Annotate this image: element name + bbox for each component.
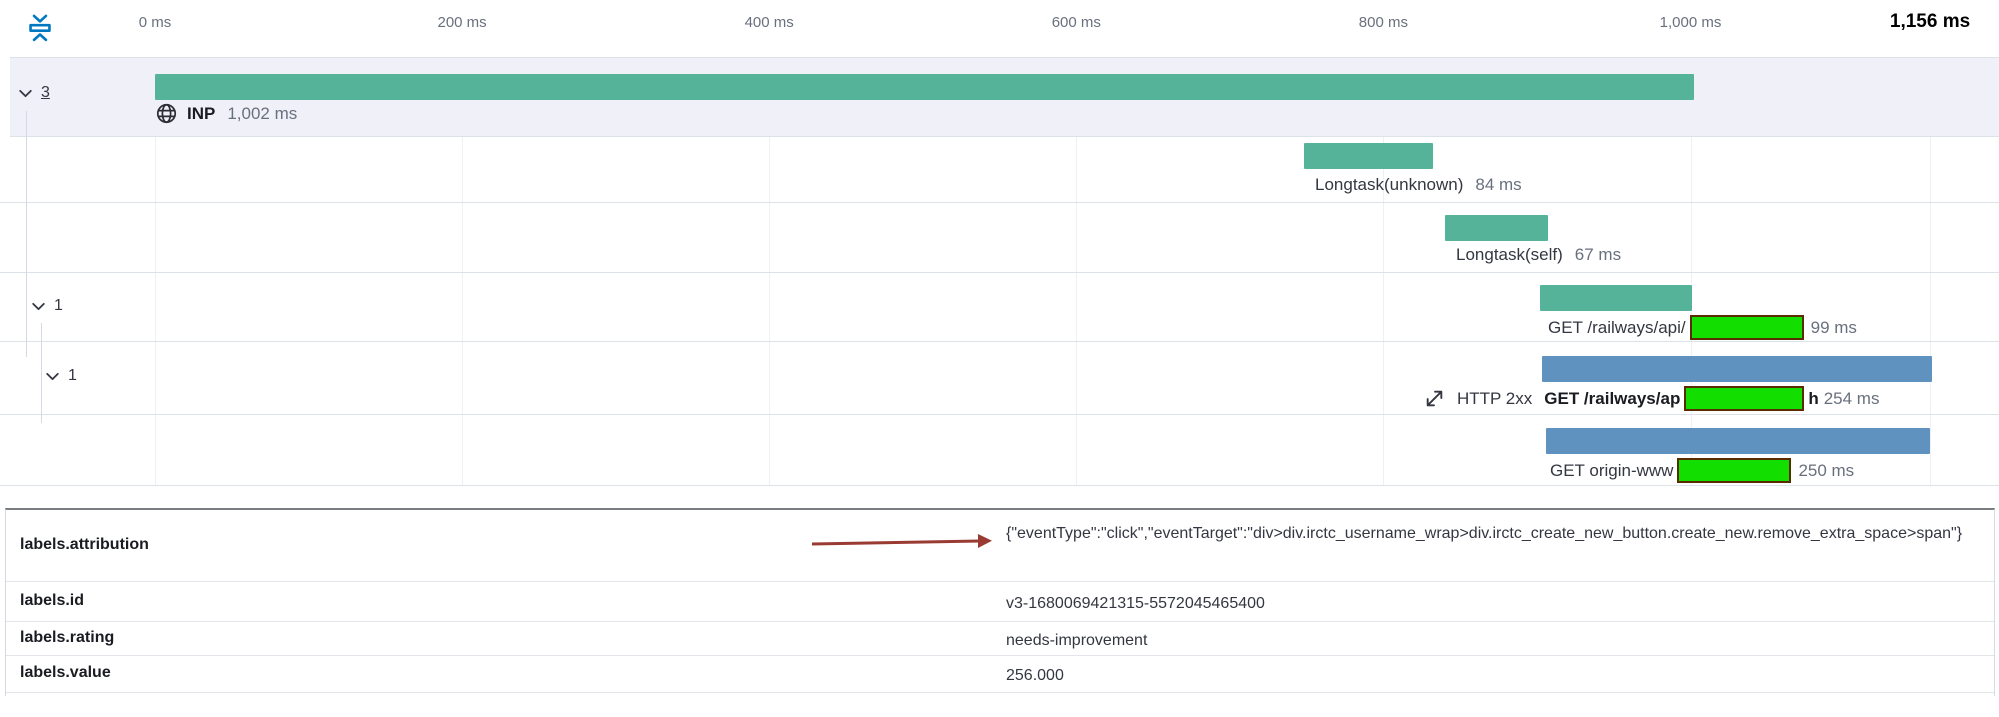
tree-connector: [41, 323, 42, 423]
metadata-value: needs-improvement: [1006, 629, 1981, 653]
http-status-label: HTTP 2xx: [1457, 389, 1532, 409]
span-label-get-origin[interactable]: GET origin-www 250 ms: [1550, 458, 1854, 483]
collapse-toggle-http-get[interactable]: 1: [44, 367, 77, 385]
apm-trace-waterfall-view: 0 ms 200 ms 400 ms 600 ms 800 ms 1,000 m…: [0, 0, 1999, 717]
metadata-table: labels.attribution {"eventType":"click",…: [5, 508, 1995, 696]
child-count: 1: [68, 367, 77, 385]
tree-connector: [26, 111, 27, 357]
span-name: Longtask(unknown): [1315, 175, 1463, 195]
timeline-ruler: 0 ms 200 ms 400 ms 600 ms 800 ms 1,000 m…: [0, 0, 1999, 57]
ruler-tick-600ms: 600 ms: [1052, 14, 1101, 31]
chevron-down-icon: [30, 298, 47, 315]
span-label-get-railways[interactable]: GET /railways/api/ 99 ms: [1548, 315, 1857, 340]
table-row-labels-id: labels.id v3-1680069421315-5572045465400: [6, 582, 1994, 622]
collapse-toggle-get-railways[interactable]: 1: [30, 297, 63, 315]
span-name: GET origin-www: [1550, 461, 1673, 481]
waterfall-row-longtask-self: [0, 203, 1999, 273]
metadata-value: 256.000: [1006, 664, 1981, 688]
ruler-tick-1000ms: 1,000 ms: [1660, 14, 1722, 31]
span-bar-http-get[interactable]: [1542, 356, 1932, 382]
span-duration: 254 ms: [1824, 389, 1880, 409]
ruler-tick-200ms: 200 ms: [437, 14, 486, 31]
metadata-value: v3-1680069421315-5572045465400: [1006, 592, 1981, 616]
span-bar-longtask-self[interactable]: [1445, 215, 1548, 241]
span-label-longtask-unknown[interactable]: Longtask(unknown) 84 ms: [1315, 175, 1522, 195]
collapse-all-button[interactable]: [26, 12, 56, 44]
span-bar-get-origin[interactable]: [1546, 428, 1930, 454]
span-duration: 67 ms: [1575, 245, 1621, 265]
span-duration: 84 ms: [1475, 175, 1521, 195]
ruler-tick-800ms: 800 ms: [1359, 14, 1408, 31]
fork-arrows-icon: [1424, 388, 1445, 409]
metadata-key: labels.id: [20, 592, 84, 610]
redaction-box: [1690, 315, 1804, 340]
table-row-labels-value: labels.value 256.000: [6, 656, 1994, 693]
ruler-total-duration: 1,156 ms: [1890, 11, 1970, 33]
span-label-inp[interactable]: INP 1,002 ms: [155, 102, 297, 125]
child-count-link[interactable]: 3: [41, 84, 50, 102]
metadata-value: {"eventType":"click","eventTarget":"div>…: [1006, 522, 1981, 546]
span-name: GET /railways/api/: [1548, 318, 1686, 338]
waterfall-chart: 3 1 1: [0, 57, 1999, 486]
span-duration: 250 ms: [1798, 461, 1854, 481]
waterfall-row-longtask-unknown: [0, 136, 1999, 203]
span-bar-get-railways[interactable]: [1540, 285, 1692, 311]
globe-icon: [155, 102, 178, 125]
table-row-labels-rating: labels.rating needs-improvement: [6, 622, 1994, 656]
redaction-box: [1684, 386, 1804, 411]
chevron-down-icon: [17, 85, 34, 102]
span-name: INP: [187, 104, 215, 124]
span-label-http-get[interactable]: HTTP 2xx GET /railways/ap h 254 ms: [1424, 386, 1879, 411]
span-bar-inp[interactable]: [155, 74, 1694, 100]
ruler-tick-0ms: 0 ms: [139, 14, 172, 31]
redaction-box: [1677, 458, 1791, 483]
span-bar-longtask-unknown[interactable]: [1304, 143, 1433, 169]
annotation-arrow: [808, 532, 998, 554]
chevron-down-icon: [44, 368, 61, 385]
span-name: GET /railways/ap: [1544, 389, 1680, 409]
metadata-key: labels.value: [20, 664, 111, 682]
span-name: Longtask(self): [1456, 245, 1563, 265]
child-count: 1: [54, 297, 63, 315]
ruler-tick-400ms: 400 ms: [745, 14, 794, 31]
span-label-longtask-self[interactable]: Longtask(self) 67 ms: [1456, 245, 1621, 265]
fold-icon: [26, 13, 56, 43]
span-name-suffix: h: [1808, 389, 1818, 409]
metadata-key: labels.attribution: [20, 536, 149, 554]
table-row-labels-attribution: labels.attribution {"eventType":"click",…: [6, 510, 1994, 582]
span-duration: 1,002 ms: [227, 104, 297, 124]
collapse-toggle-inp[interactable]: 3: [17, 84, 50, 102]
metadata-key: labels.rating: [20, 629, 114, 647]
span-duration: 99 ms: [1811, 318, 1857, 338]
